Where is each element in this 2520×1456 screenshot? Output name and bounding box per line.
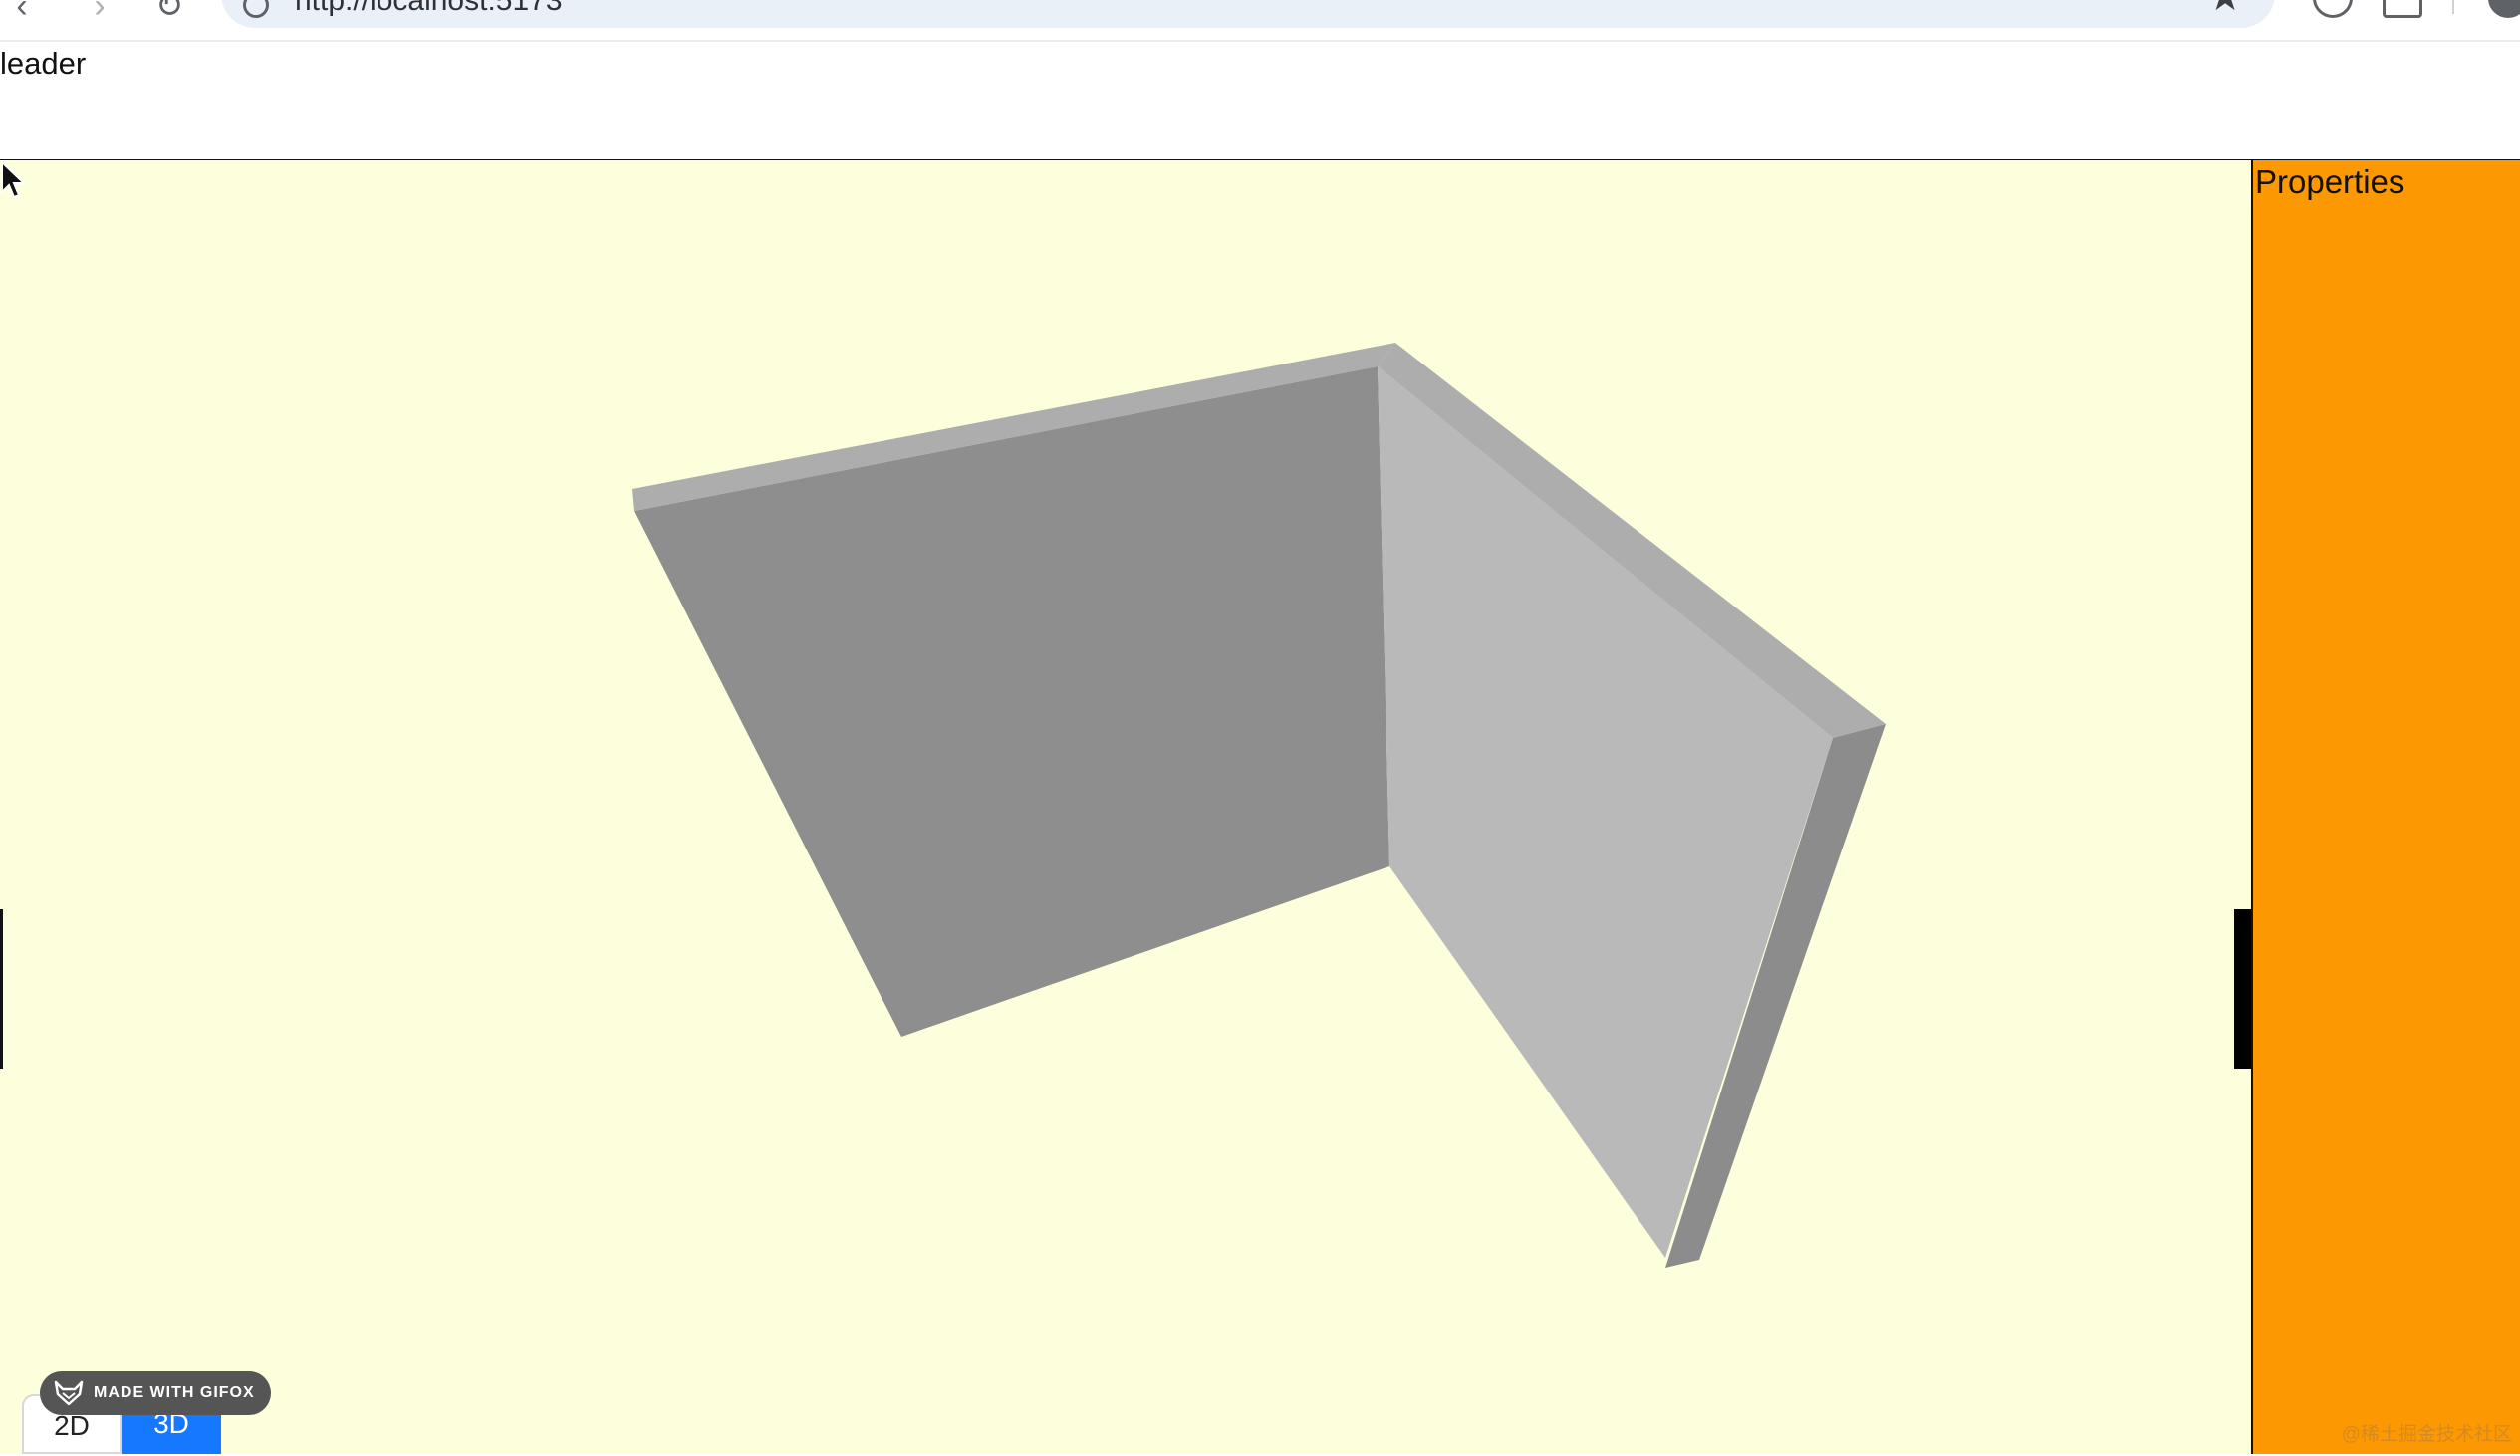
forward-arrow-icon[interactable]: › [80,0,120,26]
3d-viewport[interactable] [0,160,2251,1454]
properties-panel: Properties @稀土掘金技术社区 [2251,160,2520,1454]
gifox-label: MADE WITH GIFOX [94,1384,255,1401]
toolbar-divider [2452,0,2454,14]
wall-scene[interactable] [0,160,2251,1454]
app-header: leader [0,42,2520,161]
browser-toolbar: ‹ › ↻ http://localhost:5173 ★ [0,0,2520,42]
star-icon[interactable]: ★ [2207,0,2243,20]
back-arrow-icon[interactable]: ‹ [2,0,42,26]
reload-icon[interactable]: ↻ [149,0,189,26]
fox-logo-icon [54,1380,84,1406]
gifox-badge: MADE WITH GIFOX [40,1371,271,1415]
address-bar[interactable]: http://localhost:5173 ★ [221,0,2275,28]
url-text[interactable]: http://localhost:5173 [295,0,563,18]
mouse-cursor-icon [0,160,27,199]
left-panel-resize-handle[interactable] [0,909,3,1069]
account-avatar-icon[interactable] [2488,0,2520,18]
watermark: @稀土掘金技术社区 [2341,1424,2512,1445]
right-panel-resize-handle[interactable] [2234,909,2251,1069]
profile-circle-icon[interactable] [2313,0,2353,18]
wall-right-face[interactable] [1378,366,1833,1258]
extensions-icon[interactable] [2383,0,2422,18]
site-info-icon[interactable] [243,0,269,18]
properties-title: Properties [2255,163,2405,200]
header-title: leader [0,46,87,81]
